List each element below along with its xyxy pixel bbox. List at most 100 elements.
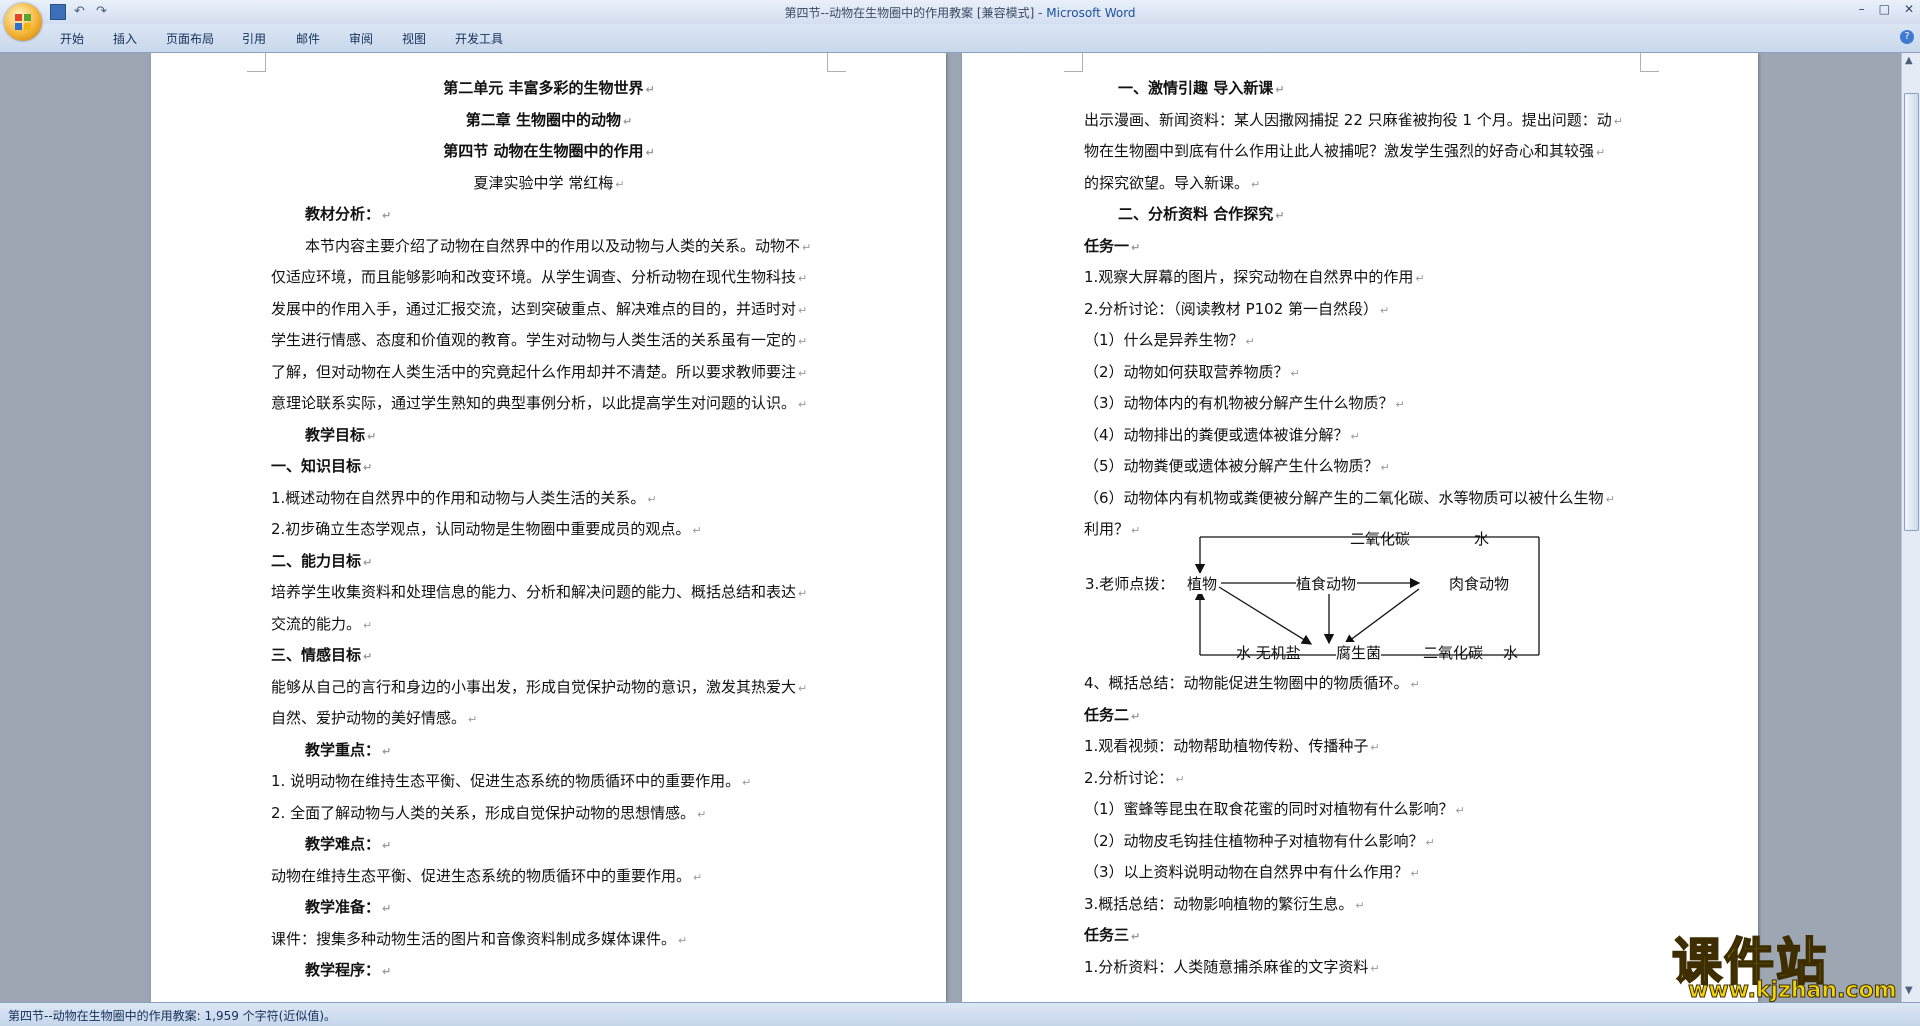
- text-line: 1.概述动物在自然界中的作用和动物与人类生活的关系。 ↵: [271, 483, 827, 515]
- document-title: 第四节--动物在生物圈中的作用教案 [兼容模式] -: [784, 6, 1047, 20]
- text-line: 的探究欲望。导入新课。 ↵: [1084, 168, 1640, 200]
- text-line-content: （1）蜜蜂等昆虫在取食花蜜的同时对植物有什么影响？: [1084, 800, 1454, 818]
- text-line-content: 3.概括总结：动物影响植物的繁衍生息。: [1084, 894, 1354, 913]
- text-line: 第二章 生物圈中的动物 ↵: [271, 105, 827, 137]
- text-line-content: 的探究欲望。导入新课。: [1084, 173, 1250, 192]
- text-line-content: 1.分析资料：人类随意捕杀麻雀的文字资料: [1084, 957, 1369, 976]
- paragraph-mark-icon: ↵: [1596, 146, 1606, 159]
- text-line-content: 交流的能力。: [271, 614, 362, 633]
- paragraph-mark-icon: ↵: [1131, 709, 1141, 723]
- diagram-label-water-top: 水: [1474, 530, 1490, 548]
- paragraph-mark-icon: ↵: [1415, 272, 1425, 285]
- text-line: 2. 全面了解动物与人类的关系，形成自觉保护动物的思想情感。 ↵: [271, 798, 827, 830]
- text-line-content: 本节内容主要介绍了动物在自然界中的作用以及动物与人类的关系。动物不: [305, 236, 801, 255]
- text-line: 2.分析讨论：（阅读教材 P102 第一自然段） ↵: [1084, 294, 1640, 326]
- office-logo-icon: [15, 14, 31, 30]
- minimize-button[interactable]: –: [1859, 2, 1865, 16]
- paragraph-mark-icon: ↵: [367, 429, 377, 443]
- help-icon[interactable]: ?: [1900, 30, 1914, 44]
- text-line-content: （4）动物排出的粪便或遗体被谁分解？: [1084, 425, 1349, 444]
- tab-review[interactable]: 审阅: [349, 30, 373, 47]
- text-line-content: 物在生物圈中到底有什么作用让此人被捕呢？激发学生强烈的好奇心和其较强: [1084, 142, 1595, 160]
- text-line-content: 1. 说明动物在维持生态平衡、促进生态系统的物质循环中的重要作用。: [271, 772, 741, 790]
- paragraph-mark-icon: ↵: [382, 965, 392, 978]
- text-line: 4、概括总结：动物能促进生物圈中的物质循环。 ↵: [1084, 668, 1640, 700]
- paragraph-mark-icon: ↵: [1613, 114, 1623, 128]
- text-line: 任务二 ↵: [1084, 700, 1640, 732]
- paragraph-mark-icon: ↵: [468, 713, 478, 726]
- paragraph-mark-icon: ↵: [1245, 335, 1255, 348]
- paragraph-mark-icon: ↵: [1350, 429, 1360, 443]
- text-line-content: 4、概括总结：动物能促进生物圈中的物质循环。: [1084, 674, 1409, 692]
- scroll-up-icon[interactable]: ▲: [1905, 55, 1913, 66]
- text-line: 2.初步确立生态学观点，认同动物是生物圈中重要成员的观点。 ↵: [271, 514, 827, 546]
- document-page-right[interactable]: 一、激情引趣 导入新课 ↵ 出示漫画、新闻资料：某人因撒网捕捉 22 只麻雀被拘役 …: [962, 53, 1758, 1002]
- paragraph-mark-icon: ↵: [645, 83, 655, 96]
- text-line: 教学难点： ↵: [271, 829, 827, 861]
- close-button[interactable]: ✕: [1904, 2, 1914, 16]
- tab-page-layout[interactable]: 页面布局: [166, 30, 214, 47]
- document-workspace: 第二单元 丰富多彩的生物世界 ↵ 第二章 生物圈中的动物 ↵ 第四节 动物在生物圈中的作…: [0, 53, 1902, 1002]
- scroll-down-icon[interactable]: ▼: [1905, 985, 1913, 996]
- text-line: 第二单元 丰富多彩的生物世界 ↵: [271, 73, 827, 105]
- paragraph-mark-icon: ↵: [798, 398, 808, 411]
- paragraph-mark-icon: ↵: [798, 681, 808, 695]
- vertical-scrollbar[interactable]: ▲ ▼: [1901, 53, 1920, 1002]
- scrollbar-thumb[interactable]: [1904, 93, 1919, 531]
- tab-references[interactable]: 引用: [242, 30, 266, 47]
- text-line: （1）蜜蜂等昆虫在取食花蜜的同时对植物有什么影响？ ↵: [1084, 794, 1640, 826]
- text-line: 2.分析讨论： ↵: [1084, 763, 1640, 795]
- text-line-content: 教学难点：: [305, 835, 381, 853]
- text-line-content: 教学准备：: [305, 898, 381, 916]
- paragraph-mark-icon: ↵: [382, 902, 392, 915]
- paragraph-mark-icon: ↵: [363, 650, 373, 663]
- text-line: 任务三 ↵: [1084, 920, 1640, 952]
- tab-developer[interactable]: 开发工具: [455, 30, 503, 47]
- text-line: 二、分析资料 合作探究 ↵: [1084, 199, 1640, 231]
- text-line-content: 教学程序：: [305, 961, 381, 979]
- text-line-content: 动物在维持生态平衡、促进生态系统的物质循环中的重要作用。: [271, 866, 692, 885]
- paragraph-mark-icon: ↵: [1605, 492, 1615, 506]
- text-line: 本节内容主要介绍了动物在自然界中的作用以及动物与人类的关系。动物不 ↵: [271, 231, 827, 263]
- diagram-label-water-salt: 水 无机盐: [1236, 644, 1301, 662]
- diagram-node-plant: 植物: [1187, 573, 1218, 594]
- ribbon-tabs: 开始 插入 页面布局 引用 邮件 审阅 视图 开发工具 ?: [0, 24, 1920, 53]
- text-line: （3）以上资料说明动物在自然界中有什么作用？ ↵: [1084, 857, 1640, 889]
- text-line-content: （3）动物体内的有机物被分解产生什么物质？: [1084, 394, 1394, 412]
- text-line: 交流的能力。 ↵: [271, 609, 827, 641]
- tab-insert[interactable]: 插入: [113, 30, 137, 47]
- status-word-count[interactable]: 第四节--动物在生物圈中的作用教案: 1,959 个字符(近似值)。: [8, 1007, 336, 1024]
- paragraph-mark-icon: ↵: [382, 209, 392, 222]
- paragraph-mark-icon: ↵: [382, 744, 392, 758]
- text-line: 教材分析： ↵: [271, 199, 827, 231]
- text-line: （4）动物排出的粪便或遗体被谁分解？ ↵: [1084, 420, 1640, 452]
- tab-mailings[interactable]: 邮件: [296, 30, 320, 47]
- paragraph-mark-icon: ↵: [802, 240, 812, 254]
- text-line-content: 任务二: [1084, 705, 1130, 724]
- text-line-content: 2.分析讨论：（阅读教材 P102 第一自然段）: [1084, 299, 1379, 318]
- text-line-content: 了解，但对动物在人类生活中的究竟起什么作用却并不清楚。所以要求教师要注: [271, 362, 797, 381]
- maximize-button[interactable]: □: [1879, 2, 1890, 16]
- text-line: 学生进行情感、态度和价值观的教育。学生对动物与人类生活的关系虽有一定的 ↵: [271, 325, 827, 357]
- text-line: 1.观察大屏幕的图片，探究动物在自然界中的作用 ↵: [1084, 262, 1640, 294]
- text-line-content: （1）什么是异养生物？: [1084, 331, 1244, 349]
- text-line-content: 培养学生收集资料和处理信息的能力、分析和解决问题的能力、概括总结和表达: [271, 583, 797, 601]
- paragraph-mark-icon: ↵: [1275, 209, 1285, 222]
- text-line: 发展中的作用入手，通过汇报交流，达到突破重点、解决难点的目的，并适时对 ↵: [271, 294, 827, 326]
- text-line-content: 能够从自己的言行和身边的小事出发，形成自觉保护动物的意识，激发其热爱大: [271, 677, 797, 696]
- paragraph-mark-icon: ↵: [1275, 83, 1285, 96]
- diagram-arrows: [1194, 536, 1540, 656]
- text-line: 1.观看视频：动物帮助植物传粉、传播种子 ↵: [1084, 731, 1640, 763]
- text-line-content: 1.观看视频：动物帮助植物传粉、传播种子: [1084, 737, 1369, 755]
- text-line-content: （2）动物如何获取营养物质？: [1084, 362, 1289, 381]
- tab-home[interactable]: 开始: [60, 30, 84, 47]
- text-line: 任务一 ↵: [1084, 231, 1640, 263]
- tab-view[interactable]: 视图: [402, 30, 426, 47]
- crop-mark: [1640, 53, 1659, 72]
- document-page-left[interactable]: 第二单元 丰富多彩的生物世界 ↵ 第二章 生物圈中的动物 ↵ 第四节 动物在生物圈中的作…: [151, 53, 946, 1002]
- text-line: （5）动物粪便或遗体被分解产生什么物质？ ↵: [1084, 451, 1640, 483]
- paragraph-mark-icon: ↵: [678, 933, 688, 947]
- text-line-content: 教学目标: [305, 425, 366, 444]
- office-button[interactable]: [4, 3, 42, 41]
- paragraph-mark-icon: ↵: [1290, 366, 1300, 380]
